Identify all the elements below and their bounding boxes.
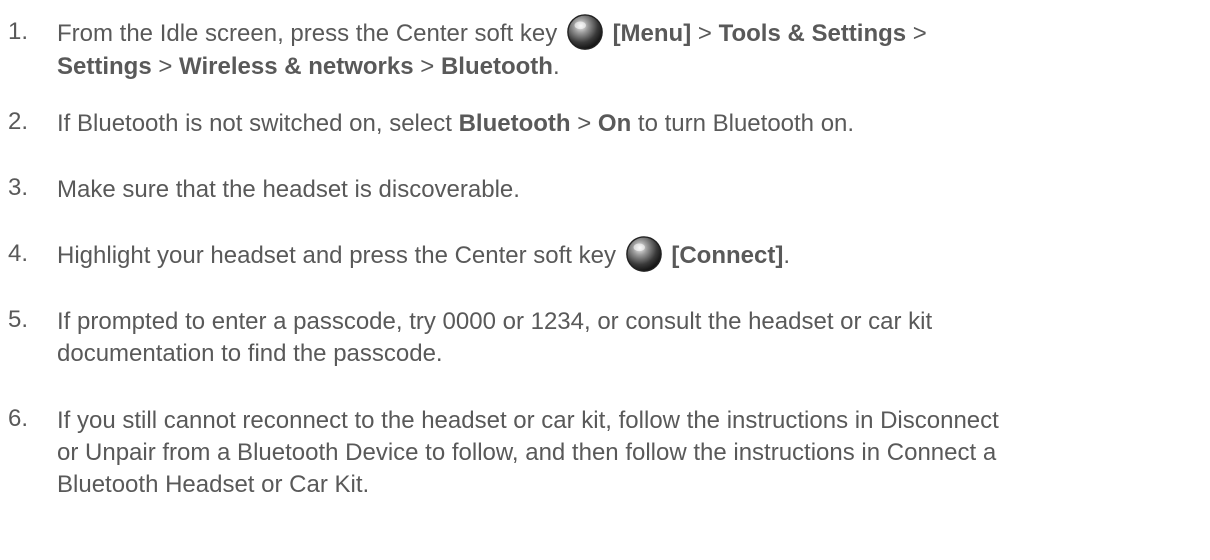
step-number: 2.: [8, 108, 29, 135]
step-text: Highlight your headset and press the Cen…: [57, 235, 1187, 273]
step-text: If prompted to enter a passcode, try 000…: [57, 308, 933, 367]
step-number: 3.: [8, 174, 29, 201]
step-text: If you still cannot reconnect to the hea…: [57, 407, 999, 498]
step-text: If Bluetooth is not switched on, select …: [57, 110, 855, 137]
settings-label: Settings: [57, 52, 152, 80]
tools-settings-label: Tools & Settings: [718, 20, 907, 47]
step-number: 4.: [8, 240, 29, 267]
step-text: Make sure that the headset is discoverab…: [57, 176, 520, 203]
step-number: 1.: [8, 18, 29, 45]
step-number: 6.: [8, 405, 29, 432]
bluetooth-label: Bluetooth: [458, 110, 571, 137]
center-soft-key-icon: [625, 235, 662, 272]
menu-label: [Menu]: [612, 20, 692, 47]
connect-label: [Connect]: [671, 242, 784, 269]
step-number: 5.: [8, 306, 29, 333]
wireless-networks-label: Wireless & networks: [179, 52, 414, 80]
bluetooth-label: Bluetooth: [440, 52, 553, 80]
step-text: From the Idle screen, press the Center s…: [57, 13, 1187, 83]
on-label: On: [597, 110, 632, 137]
center-soft-key-icon: [567, 13, 603, 50]
